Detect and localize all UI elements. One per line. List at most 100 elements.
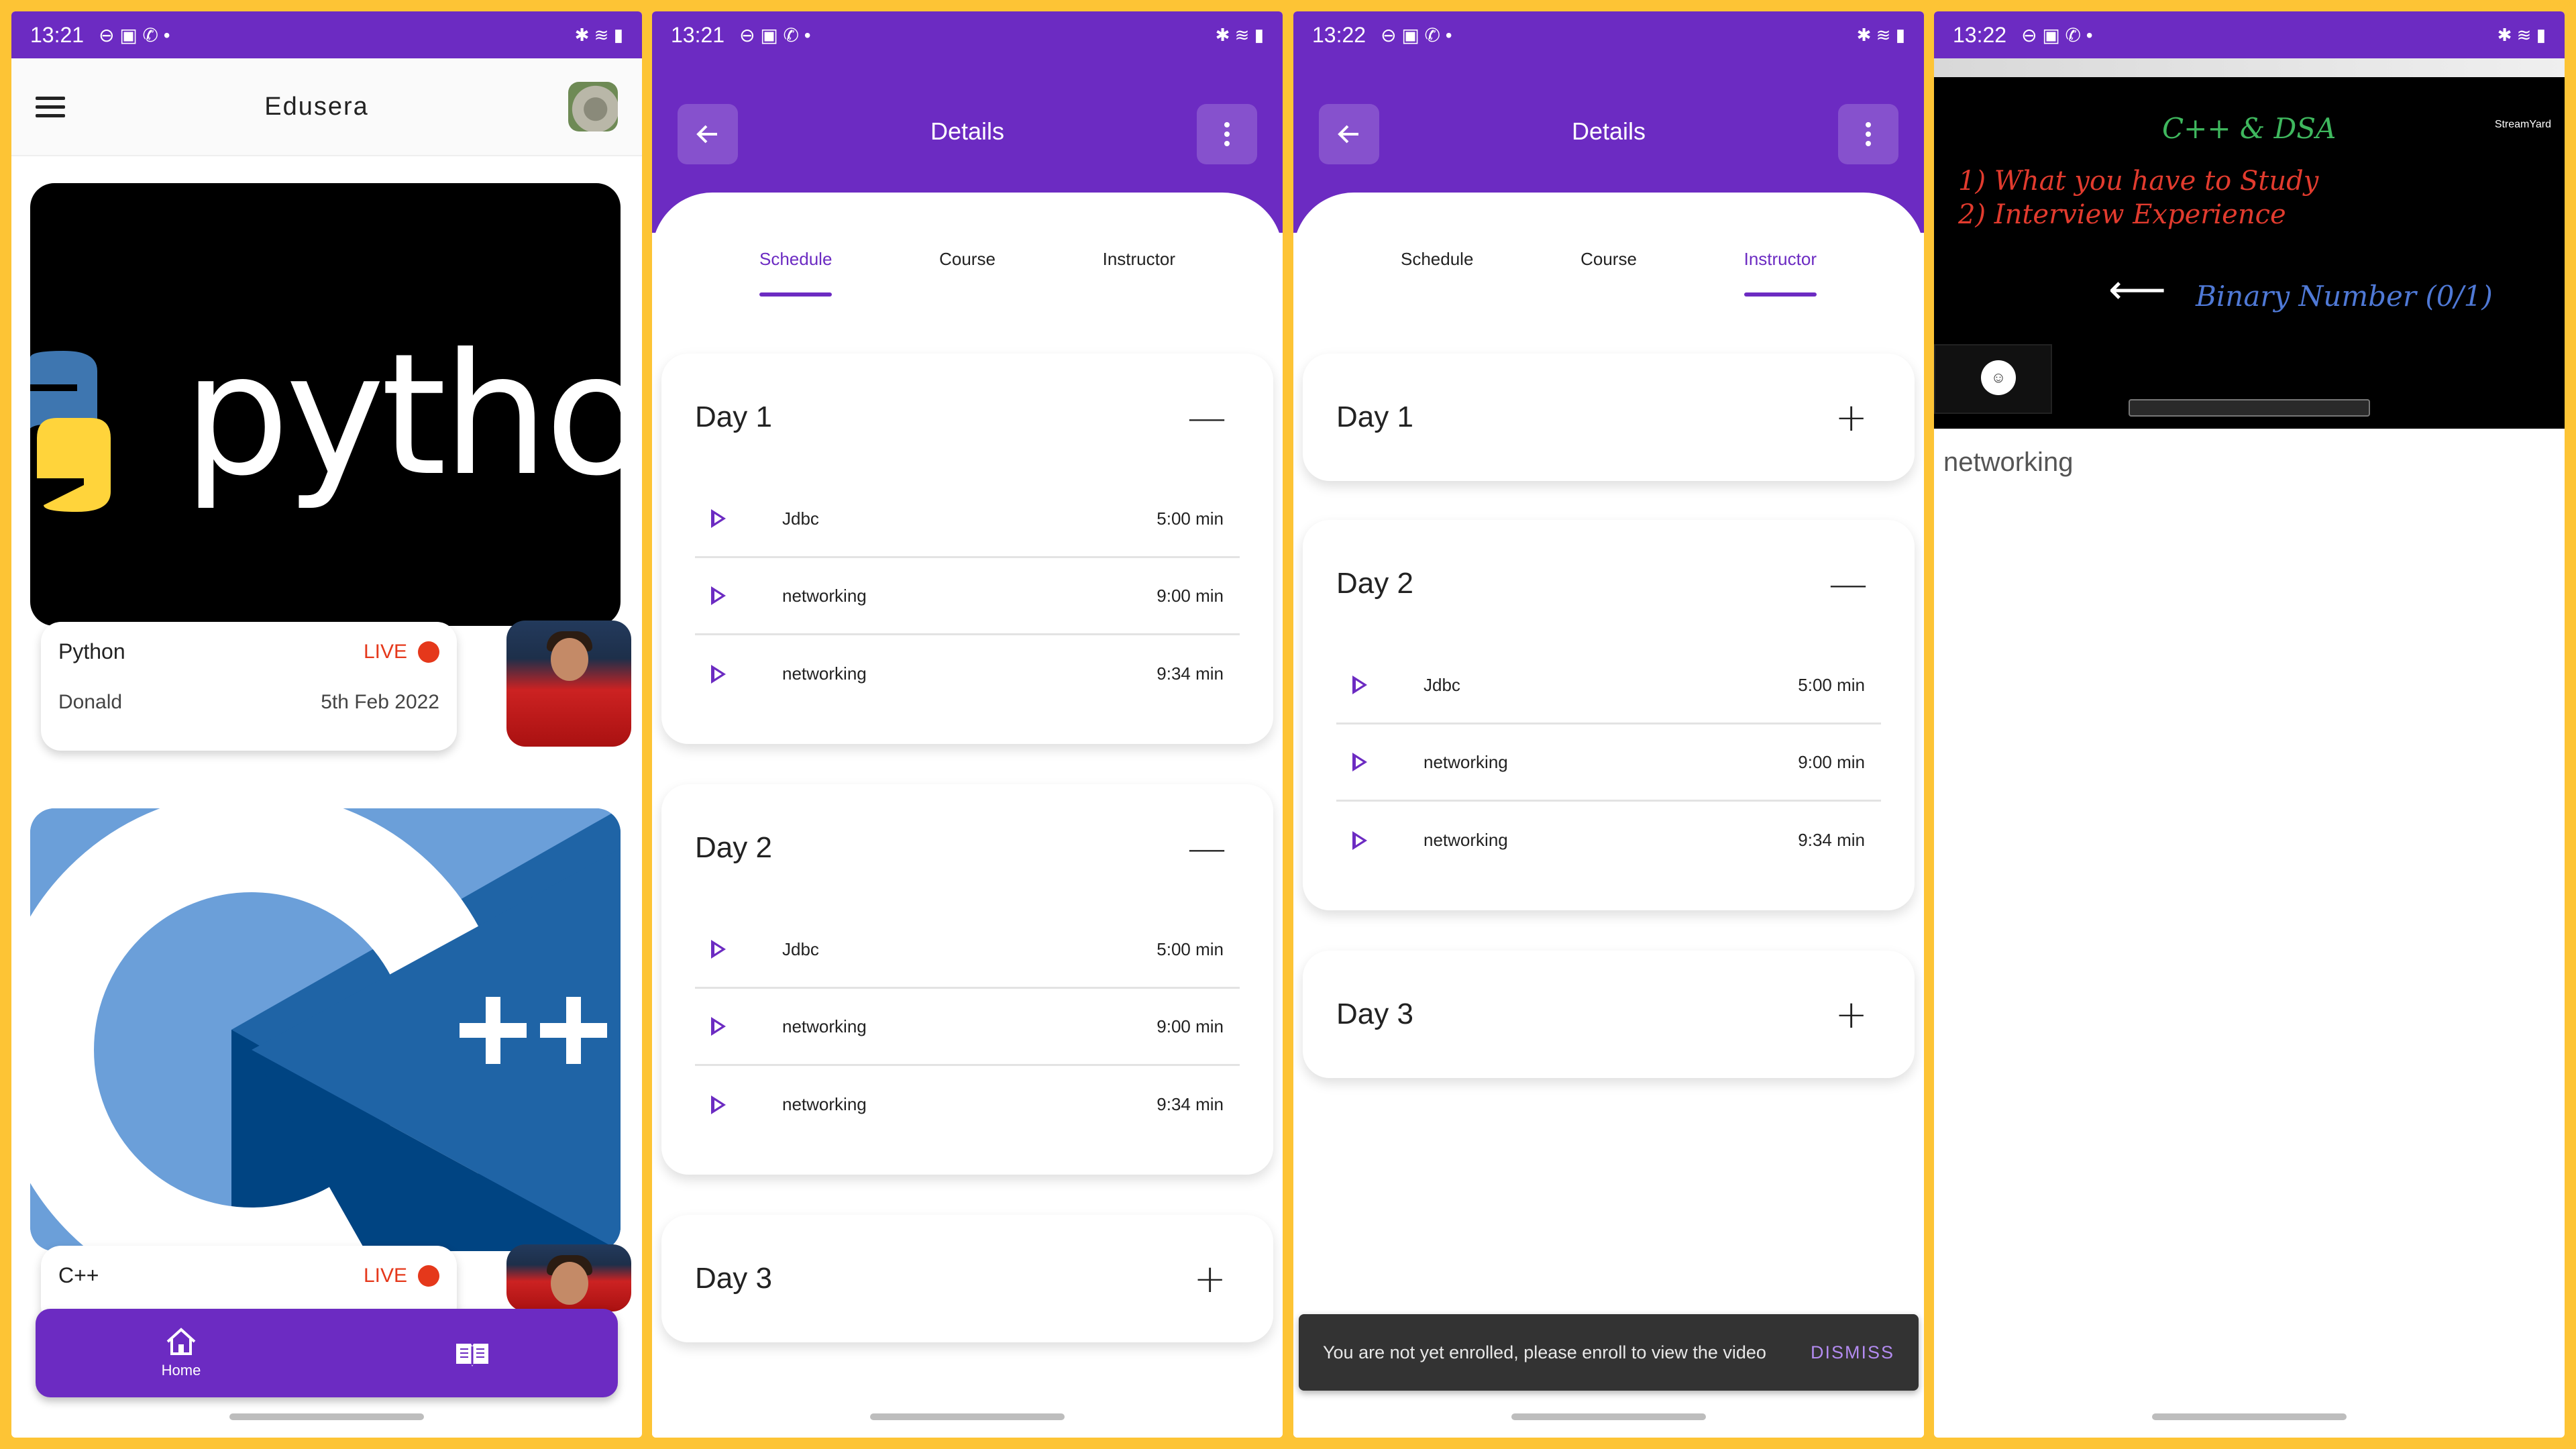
plus-icon[interactable]: + bbox=[1835, 394, 1868, 440]
day-header[interactable]: Day 3 + bbox=[661, 1215, 1273, 1342]
day-card: Day 2 — Jdbc 5:00 min networking 9:00 min … bbox=[1303, 520, 1915, 910]
lesson-duration: 9:34 min bbox=[1157, 663, 1224, 684]
app-title: Edusera bbox=[264, 92, 369, 121]
details-sheet: Schedule Course Instructor Day 1 — Jdbc 5… bbox=[652, 193, 1283, 1438]
arrow-icon: ⟵ bbox=[2108, 267, 2167, 312]
enroll-snackbar: You are not yet enrolled, please enroll … bbox=[1299, 1314, 1919, 1391]
video-board-line: Binary Number (0/1) bbox=[2196, 280, 2493, 313]
status-bar: 13:21 ⊖ ▣ ✆ • ✱ ≋ ▮ bbox=[11, 11, 642, 58]
bottom-navigation: Home bbox=[36, 1309, 618, 1397]
tab-course[interactable]: Course bbox=[1574, 249, 1644, 297]
status-right-icons: ✱ ≋ ▮ bbox=[1215, 24, 1264, 45]
camera-avatar-icon: ☺ bbox=[1981, 360, 2016, 395]
day-header[interactable]: Day 2 — bbox=[1303, 520, 1915, 647]
course-name: Python bbox=[58, 639, 125, 663]
python-logo-icon bbox=[30, 351, 111, 512]
page-title: Details bbox=[1571, 117, 1646, 145]
nav-home[interactable]: Home bbox=[36, 1327, 327, 1379]
status-bar: 13:21 ⊖ ▣ ✆ • ✱ ≋ ▮ bbox=[652, 11, 1283, 58]
lesson-row[interactable]: networking 9:34 min bbox=[695, 1066, 1240, 1143]
more-vert-icon bbox=[1866, 122, 1871, 146]
gesture-handle bbox=[2152, 1413, 2347, 1420]
lesson-row[interactable]: Jdbc 5:00 min bbox=[695, 912, 1240, 989]
tab-bar: Schedule Course Instructor bbox=[759, 249, 1175, 297]
tab-instructor[interactable]: Instructor bbox=[1743, 249, 1817, 297]
day-title: Day 2 bbox=[695, 831, 772, 864]
tab-instructor[interactable]: Instructor bbox=[1103, 249, 1175, 297]
lesson-name: networking bbox=[782, 585, 867, 606]
minus-icon[interactable]: — bbox=[1187, 825, 1226, 871]
video-player[interactable]: StreamYard C++ & DSA 1) What you have to… bbox=[1934, 58, 2565, 429]
instructor-thumbnail[interactable] bbox=[506, 1244, 631, 1311]
day-title: Day 3 bbox=[1336, 998, 1413, 1030]
day-card: Day 3 + bbox=[1303, 951, 1915, 1078]
gesture-handle bbox=[870, 1413, 1065, 1420]
python-course-image[interactable]: python bbox=[30, 183, 621, 626]
course-date: 5th Feb 2022 bbox=[321, 691, 439, 713]
lesson-duration: 9:34 min bbox=[1157, 1094, 1224, 1114]
video-brand: StreamYard bbox=[2494, 119, 2551, 130]
lesson-duration: 9:00 min bbox=[1157, 1016, 1224, 1036]
day-header[interactable]: Day 1 — bbox=[661, 354, 1273, 481]
lesson-row[interactable]: networking 9:34 min bbox=[695, 635, 1240, 712]
minus-icon[interactable]: — bbox=[1829, 561, 1868, 606]
status-right-icons: ✱ ≋ ▮ bbox=[1856, 24, 1905, 45]
play-icon bbox=[1352, 753, 1367, 771]
lesson-name: networking bbox=[1424, 830, 1508, 850]
lesson-row[interactable]: networking 9:00 min bbox=[695, 989, 1240, 1066]
lesson-duration: 9:00 min bbox=[1798, 751, 1865, 772]
drawing-tools-bar bbox=[2129, 399, 2370, 417]
live-badge: LIVE bbox=[364, 1265, 439, 1287]
home-screen: 13:21 ⊖ ▣ ✆ • ✱ ≋ ▮ Edusera python Pytho… bbox=[11, 11, 642, 1438]
python-wordmark: python bbox=[183, 317, 621, 513]
day-card: Day 1 + bbox=[1303, 354, 1915, 481]
lesson-row[interactable]: Jdbc 5:00 min bbox=[695, 481, 1240, 558]
lesson-name: networking bbox=[1424, 751, 1508, 772]
status-icons: ⊖ ▣ ✆ • bbox=[739, 24, 811, 46]
avatar[interactable] bbox=[568, 82, 618, 131]
day-title: Day 1 bbox=[1336, 400, 1413, 433]
course-name: C++ bbox=[58, 1263, 99, 1287]
lesson-row[interactable]: networking 9:00 min bbox=[1336, 724, 1881, 802]
tab-schedule[interactable]: Schedule bbox=[759, 249, 833, 297]
day-header[interactable]: Day 3 + bbox=[1303, 951, 1915, 1078]
nav-courses[interactable] bbox=[327, 1338, 618, 1368]
tab-schedule[interactable]: Schedule bbox=[1401, 249, 1473, 297]
lesson-name: networking bbox=[782, 663, 867, 684]
play-icon bbox=[1352, 676, 1367, 694]
video-screen: 13:22 ⊖ ▣ ✆ • ✱ ≋ ▮ StreamYard C++ & DSA… bbox=[1934, 11, 2565, 1438]
tab-course[interactable]: Course bbox=[932, 249, 1002, 297]
play-icon bbox=[711, 509, 726, 528]
cpp-course-image[interactable] bbox=[30, 808, 621, 1251]
instructor-thumbnail[interactable] bbox=[506, 621, 631, 747]
lesson-duration: 5:00 min bbox=[1798, 674, 1865, 695]
video-caption: networking bbox=[1943, 447, 2074, 477]
day-header[interactable]: Day 1 + bbox=[1303, 354, 1915, 481]
day-header[interactable]: Day 2 — bbox=[661, 784, 1273, 912]
app-bar: Edusera bbox=[11, 58, 642, 156]
plus-icon[interactable]: + bbox=[1835, 991, 1868, 1037]
live-label: LIVE bbox=[363, 1264, 407, 1287]
video-board-line: 2) Interview Experience bbox=[1958, 199, 2286, 230]
dismiss-button[interactable]: DISMISS bbox=[1811, 1342, 1894, 1363]
day-title: Day 3 bbox=[695, 1262, 772, 1295]
more-button[interactable] bbox=[1838, 104, 1898, 164]
hamburger-icon[interactable] bbox=[36, 96, 65, 117]
lesson-row[interactable]: networking 9:00 min bbox=[695, 558, 1240, 635]
details-screen-instructor: 13:22 ⊖ ▣ ✆ • ✱ ≋ ▮ Details Schedule Cou… bbox=[1293, 11, 1924, 1438]
play-icon bbox=[1352, 830, 1367, 850]
status-right-icons: ✱ ≋ ▮ bbox=[574, 24, 623, 45]
plus-icon[interactable]: + bbox=[1193, 1256, 1226, 1301]
live-dot-icon bbox=[418, 641, 439, 663]
lesson-row[interactable]: networking 9:34 min bbox=[1336, 802, 1881, 879]
lesson-duration: 9:00 min bbox=[1157, 585, 1224, 606]
minus-icon[interactable]: — bbox=[1187, 394, 1226, 440]
day-card: Day 3 + bbox=[661, 1215, 1273, 1342]
course-info-card[interactable]: Python LIVE Donald 5th Feb 2022 bbox=[41, 622, 457, 751]
play-icon bbox=[711, 586, 726, 605]
course-instructor: Donald bbox=[58, 691, 123, 713]
snackbar-message: You are not yet enrolled, please enroll … bbox=[1323, 1342, 1766, 1362]
lesson-row[interactable]: Jdbc 5:00 min bbox=[1336, 647, 1881, 724]
more-button[interactable] bbox=[1197, 104, 1257, 164]
gesture-handle bbox=[1511, 1413, 1706, 1420]
